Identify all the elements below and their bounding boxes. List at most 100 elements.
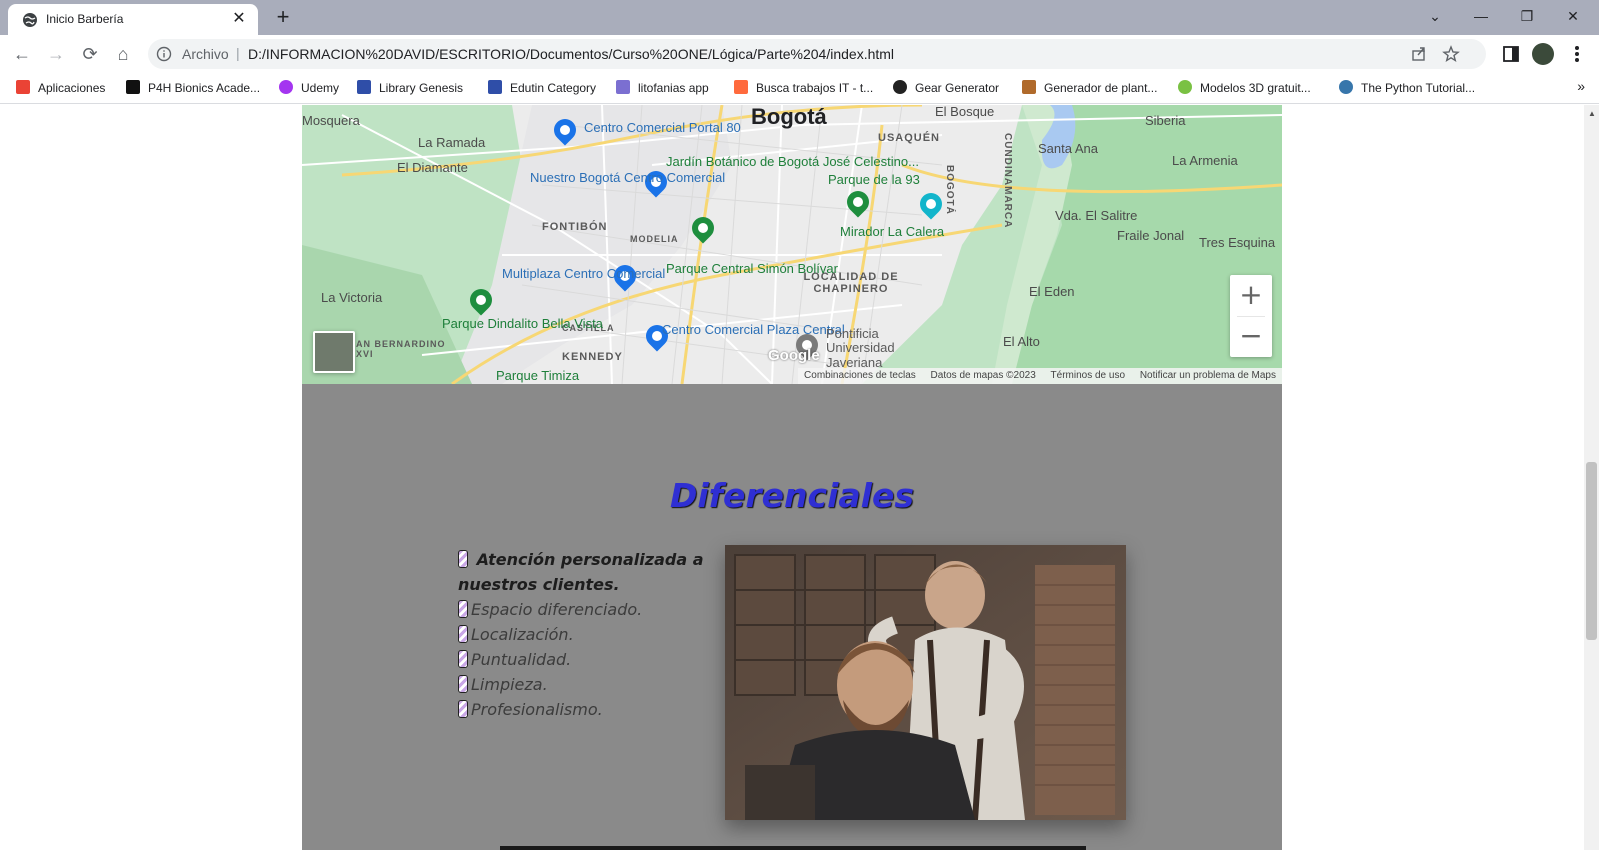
barber-pole-icon xyxy=(458,600,468,618)
p4h-icon xyxy=(126,80,140,94)
map-zoom-controls: + − xyxy=(1230,275,1272,357)
list-item: Espacio diferenciado. xyxy=(458,597,708,622)
back-button[interactable]: ← xyxy=(10,42,34,66)
map-label-vda-el-salitre: Vda. El Salitre xyxy=(1055,208,1138,223)
map-poi-jardin-botanico[interactable]: Jardín Botánico de Bogotá José Celestino… xyxy=(666,154,919,169)
bookmark-udemy[interactable]: Udemy xyxy=(279,80,339,98)
address-bar[interactable]: Archivo | D:/INFORMACION%20DAVID/ESCRITO… xyxy=(148,39,1486,69)
bookmark-edutin[interactable]: Edutin Category xyxy=(488,80,596,98)
tab-search-button[interactable]: ⌄ xyxy=(1412,0,1458,32)
globe-icon xyxy=(23,13,37,27)
bookmarks-more-button[interactable]: » xyxy=(1577,78,1585,94)
zoom-out-button[interactable]: − xyxy=(1230,316,1272,357)
map-label-siberia: Siberia xyxy=(1145,113,1186,128)
address-url[interactable]: D:/INFORMACION%20DAVID/ESCRITORIO/Docume… xyxy=(248,46,894,62)
zoom-in-button[interactable]: + xyxy=(1230,275,1272,316)
scroll-thumb[interactable] xyxy=(1586,462,1597,640)
keyboard-shortcuts-link[interactable]: Combinaciones de teclas xyxy=(804,370,916,381)
bookmarks-bar: » Aplicaciones P4H Bionics Acade... Udemy L… xyxy=(0,73,1599,104)
list-item-text: Espacio diferenciado. xyxy=(471,600,643,619)
barber-pole-icon xyxy=(458,625,468,643)
bookmark-label: Gear Generator xyxy=(915,81,1000,95)
profile-avatar[interactable] xyxy=(1532,43,1554,65)
list-item: Limpieza. xyxy=(458,672,708,697)
close-tab-icon[interactable]: ✕ xyxy=(230,10,248,28)
bookmark-library[interactable]: Library Genesis xyxy=(357,80,463,98)
side-panel-icon[interactable] xyxy=(1500,43,1522,65)
map-poi-nuestro-bogota[interactable]: Nuestro Bogotá Centro Comercial xyxy=(530,170,725,185)
barber-pole-icon xyxy=(458,650,468,668)
map-poi-mirador[interactable]: Mirador La Calera xyxy=(840,224,944,239)
map-label-el-bosque: El Bosque xyxy=(935,105,995,119)
edutin-icon xyxy=(488,80,502,94)
map-label-parque-timiza: Parque Timiza xyxy=(496,368,580,383)
bookmark-apps-grid[interactable]: Aplicaciones xyxy=(16,80,105,98)
tab-title: Inicio Barbería xyxy=(46,12,124,26)
bookmark-star-icon[interactable] xyxy=(1442,45,1460,63)
info-icon[interactable] xyxy=(156,46,172,62)
browser-toolbar: ← → ⟳ ⌂ Archivo | D:/INFORMACION%20DAVID… xyxy=(0,35,1599,73)
restore-button[interactable]: ❐ xyxy=(1504,0,1550,32)
bookmark-model3d[interactable]: Modelos 3D gratuit... xyxy=(1178,80,1311,98)
template-icon xyxy=(1022,80,1036,94)
bookmark-gear[interactable]: Gear Generator xyxy=(893,80,999,98)
map-label-cundinamarca: CUNDINAMARCA xyxy=(1002,133,1013,229)
model3d-icon xyxy=(1178,80,1192,94)
bookmark-label: Generador de plant... xyxy=(1044,81,1158,95)
list-item-text: Atención personalizada a nuestros client… xyxy=(458,550,704,594)
report-problem-link[interactable]: Notificar un problema de Maps xyxy=(1140,370,1276,381)
close-window-button[interactable]: ✕ xyxy=(1550,0,1596,32)
map-poi-parque93[interactable]: Parque de la 93 xyxy=(828,172,920,187)
new-tab-button[interactable]: + xyxy=(272,6,294,28)
map-poi-javeriana[interactable]: Pontificia Universidad Javeriana xyxy=(826,326,906,370)
list-item: Puntualidad. xyxy=(458,647,708,672)
map-poi-plaza-central[interactable]: Centro Comercial Plaza Central xyxy=(662,322,845,337)
bookmark-label: The Python Tutorial... xyxy=(1361,81,1476,95)
map-poi-portal80[interactable]: Centro Comercial Portal 80 xyxy=(584,120,741,135)
scroll-up-arrow-icon[interactable]: ▲ xyxy=(1588,109,1596,118)
bookmark-p4h[interactable]: P4H Bionics Acade... xyxy=(126,80,260,98)
map-label-fraile-jonal: Fraile Jonal xyxy=(1117,228,1185,243)
terms-link[interactable]: Términos de uso xyxy=(1051,370,1125,381)
reload-button[interactable]: ⟳ xyxy=(78,42,102,66)
tab-inicio-barberia[interactable]: Inicio Barbería ✕ xyxy=(8,4,258,35)
map-label-la-ramada: La Ramada xyxy=(418,135,486,150)
bookmark-label: litofanias app xyxy=(638,81,709,95)
minimize-button[interactable]: — xyxy=(1458,0,1504,32)
section-title: Diferenciales xyxy=(669,476,915,515)
map-poi-dindalito[interactable]: Parque Dindalito Bella Vista xyxy=(442,316,603,331)
address-separator: | xyxy=(236,45,240,61)
menu-kebab-icon[interactable] xyxy=(1566,43,1588,65)
map-poi-multiplaza[interactable]: Multiplaza Centro Comercial xyxy=(502,266,665,281)
map-poi-simon-bolivar[interactable]: Parque Central Simón Bolívar xyxy=(666,261,838,276)
map-attribution: Combinaciones de teclas Datos de mapas ©… xyxy=(798,368,1282,384)
map-label-san-bernardino: AN BERNARDINO XVI xyxy=(356,339,446,359)
page-scrollbar[interactable]: ▲ xyxy=(1584,105,1599,850)
map-label-mosquera: Mosquera xyxy=(302,113,360,128)
gear-icon xyxy=(893,80,907,94)
list-item: Profesionalismo. xyxy=(458,697,708,722)
share-icon[interactable] xyxy=(1410,45,1428,63)
barber-pole-icon xyxy=(458,700,468,718)
bookmark-template[interactable]: Generador de plant... xyxy=(1022,80,1157,98)
bookmark-jobs[interactable]: Busca trabajos IT - t... xyxy=(734,80,873,98)
address-scheme-label: Archivo xyxy=(182,46,229,62)
list-item-text: Localización. xyxy=(471,625,574,644)
map-label-el-eden: El Eden xyxy=(1029,284,1075,299)
udemy-icon xyxy=(279,80,293,94)
map-label-santa-ana: Santa Ana xyxy=(1038,141,1098,156)
litofanias-icon xyxy=(616,80,630,94)
bookmark-label: Edutin Category xyxy=(510,81,597,95)
barber-photo-illustration xyxy=(725,545,1126,820)
satellite-toggle[interactable] xyxy=(313,331,355,373)
map-label-el-alto: El Alto xyxy=(1003,334,1040,349)
map-label-usaquen: USAQUÉN xyxy=(878,132,941,144)
home-button[interactable]: ⌂ xyxy=(111,42,135,66)
map-label-modelia: MODELIA xyxy=(630,234,679,244)
next-section-edge xyxy=(500,846,1086,850)
page-viewport: Mosquera La Ramada El Diamante FONTIBÓN … xyxy=(0,105,1584,850)
google-map[interactable]: Mosquera La Ramada El Diamante FONTIBÓN … xyxy=(302,105,1282,384)
forward-button[interactable]: → xyxy=(44,42,68,66)
bookmark-python[interactable]: The Python Tutorial... xyxy=(1339,80,1475,98)
bookmark-litofanias[interactable]: litofanias app xyxy=(616,80,709,98)
